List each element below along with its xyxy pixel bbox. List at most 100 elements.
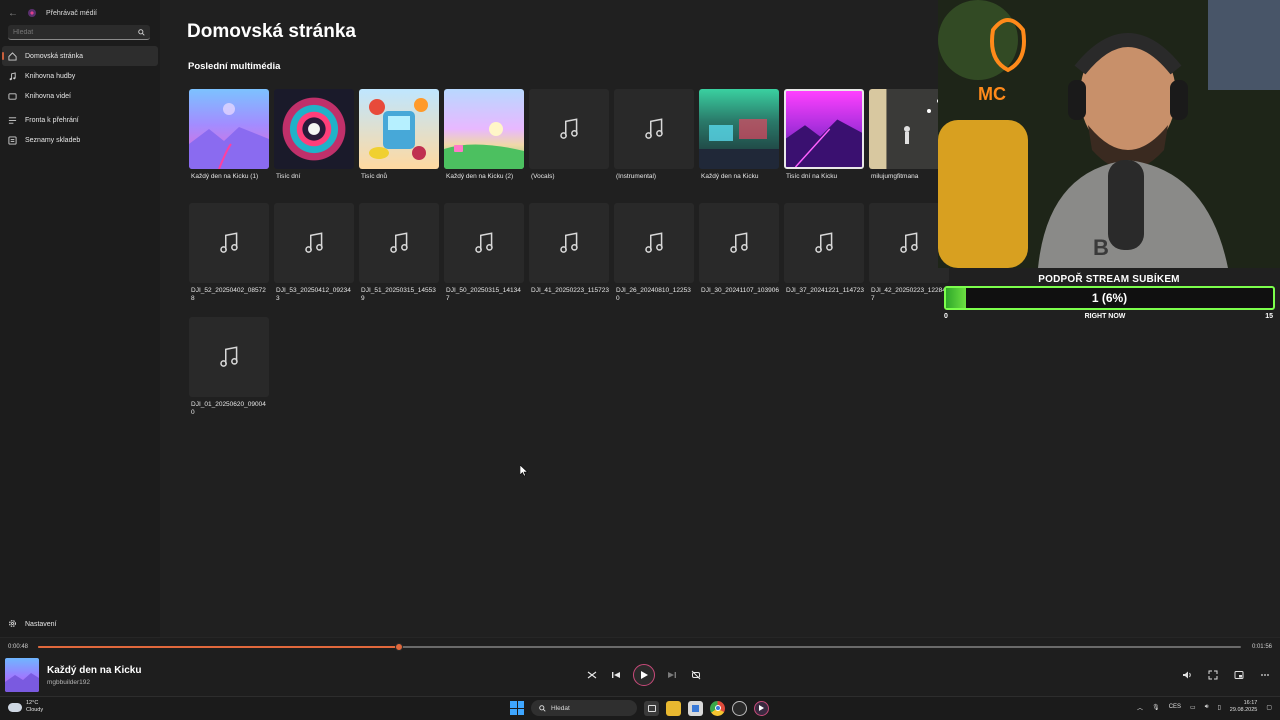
tile-label: DJI_26_20240810_122530 — [616, 287, 691, 302]
sidebar-item-video-library[interactable]: Knihovna videí — [0, 86, 160, 106]
speaker-icon[interactable]: 🔊︎ — [1205, 704, 1209, 711]
media-tile[interactable]: Tisíc dní na Kicku — [784, 89, 864, 181]
media-tile[interactable]: (Instrumental) — [614, 89, 694, 181]
webcam-feed: MC B — [938, 0, 1280, 268]
now-playing-artist[interactable]: mgbbuilder192 — [47, 679, 90, 686]
task-view-icon[interactable] — [644, 700, 659, 716]
search-input[interactable] — [13, 28, 113, 36]
chrome-icon[interactable] — [710, 700, 725, 716]
sidebar-item-music-library[interactable]: Knihovna hudby — [0, 66, 160, 86]
play-button[interactable] — [633, 664, 655, 686]
previous-icon — [612, 672, 620, 678]
taskbar-search[interactable]: Hledat — [531, 700, 637, 716]
nav-list: Domovská stránka Knihovna hudby Knihovna… — [0, 46, 160, 150]
media-tile[interactable]: DJI_41_20250223_115723 — [529, 203, 609, 295]
media-tile[interactable]: DJI_37_20241221_114723 — [784, 203, 864, 295]
tile-label: DJI_51_20250315_145539 — [361, 287, 436, 302]
sidebar-item-settings[interactable]: Nastavení — [8, 619, 57, 630]
language-indicator[interactable]: CES — [1169, 704, 1181, 710]
mini-player-button[interactable] — [1232, 668, 1246, 682]
obs-icon[interactable] — [732, 700, 747, 716]
volume-button[interactable] — [1180, 668, 1194, 682]
queue-icon — [8, 116, 17, 125]
media-thumbnail — [189, 317, 269, 397]
media-tile[interactable]: DJI_53_20250412_092343 — [274, 203, 354, 303]
sidebar-item-queue[interactable]: Fronta k přehrání — [0, 110, 160, 130]
repeat-button[interactable] — [689, 668, 703, 682]
sidebar-item-label: Seznamy skladeb — [25, 136, 81, 144]
media-tile[interactable]: DJI_50_20250315_141347 — [444, 203, 524, 303]
playlist-icon — [8, 135, 17, 145]
media-tile[interactable]: DJI_42_20250223_122847 — [869, 203, 949, 303]
tile-label: Každý den na Kicku (1) — [191, 173, 259, 180]
media-tile[interactable]: DJI_01_20250620_090040 — [189, 317, 269, 417]
sub-goal-overlay: PODPOŘ STREAM SUBÍKEM 1 (6%) 0 RIGHT NOW… — [938, 268, 1280, 328]
fullscreen-button[interactable] — [1206, 668, 1220, 682]
home-icon — [8, 51, 17, 61]
chevron-up-icon[interactable]: ︿ — [1137, 703, 1143, 712]
search-box[interactable] — [8, 25, 150, 40]
media-thumbnail — [529, 203, 609, 283]
tile-label: Tisíc dní na Kicku — [786, 173, 838, 180]
tile-label: DJI_52_20250402_085728 — [191, 287, 266, 302]
seek-bar-thumb[interactable] — [394, 643, 403, 651]
sidebar-item-label: Fronta k přehrání — [25, 116, 79, 124]
network-icon[interactable]: ▭ — [1190, 704, 1196, 711]
media-tile[interactable]: Každý den na Kicku (1) — [189, 89, 269, 181]
media-tile[interactable]: milujumgfitmana — [869, 89, 949, 181]
now-playing-title[interactable]: Každý den na Kicku — [47, 665, 141, 676]
weather-condition: Cloudy — [26, 707, 44, 713]
media-thumbnail — [699, 89, 779, 169]
tile-label: Každý den na Kicku — [701, 173, 759, 180]
more-options-button[interactable] — [1258, 668, 1272, 682]
gear-icon — [8, 619, 17, 630]
settings-label: Nastavení — [25, 621, 57, 628]
media-tile[interactable]: DJI_52_20250402_085728 — [189, 203, 269, 303]
media-tile[interactable]: DJI_26_20240810_122530 — [614, 203, 694, 303]
media-tile[interactable]: Tisíc dnů — [359, 89, 439, 181]
weather-widget[interactable]: 12°C Cloudy — [8, 700, 43, 714]
media-thumbnail — [359, 203, 439, 283]
tile-label: DJI_53_20250412_092343 — [276, 287, 351, 302]
search-icon[interactable] — [138, 28, 145, 36]
tile-label: (Instrumental) — [616, 173, 657, 180]
windows-start-icon[interactable] — [510, 701, 524, 715]
store-icon[interactable] — [688, 700, 703, 716]
sidebar-item-playlists[interactable]: Seznamy skladeb — [0, 130, 160, 150]
tile-label: Každý den na Kicku (2) — [446, 173, 514, 180]
previous-button[interactable] — [609, 668, 623, 682]
taskbar-search-label: Hledat — [551, 704, 570, 712]
next-button[interactable] — [665, 668, 679, 682]
back-arrow-icon[interactable]: ← — [8, 8, 18, 19]
seek-bar[interactable] — [38, 643, 1241, 651]
music-note-icon — [475, 232, 493, 253]
media-tile[interactable]: Každý den na Kicku (2) — [444, 89, 524, 181]
volume-icon — [1183, 671, 1191, 679]
media-player-icon[interactable] — [754, 700, 769, 716]
media-tile[interactable]: Tisíc dní — [274, 89, 354, 181]
playback-controls — [585, 664, 703, 686]
sidebar: ← Přehrávač médií Domovská stránka Kniho… — [0, 0, 160, 637]
music-note-icon — [900, 232, 918, 253]
overlay-title: PODPOŘ STREAM SUBÍKEM — [1038, 274, 1180, 285]
music-note-icon — [645, 232, 663, 253]
sidebar-item-home[interactable]: Domovská stránka — [2, 46, 158, 66]
music-note-icon — [220, 346, 238, 367]
music-library-icon — [8, 71, 17, 81]
notification-icon[interactable]: ▢ — [1266, 704, 1272, 711]
media-tile[interactable]: DJI_51_20250315_145539 — [359, 203, 439, 303]
now-playing-artwork[interactable] — [5, 658, 39, 692]
microphone-icon[interactable]: 🎙︎ — [1152, 704, 1160, 711]
media-tile[interactable]: (Vocals) — [529, 89, 609, 181]
file-explorer-icon[interactable] — [666, 700, 681, 716]
section-title: Poslední multimédia — [188, 61, 281, 72]
clock[interactable]: 16:17 29.08.2025 — [1230, 700, 1258, 714]
media-tile[interactable]: Každý den na Kicku — [699, 89, 779, 181]
title-bar: ← Přehrávač médií — [8, 6, 97, 20]
search-icon — [539, 704, 546, 712]
media-tile[interactable]: DJI_30_20241107_103906 — [699, 203, 779, 295]
sidebar-item-label: Domovská stránka — [25, 52, 83, 60]
page-title: Domovská stránka — [187, 21, 356, 42]
battery-icon[interactable]: ▯ — [1217, 704, 1220, 711]
shuffle-button[interactable] — [585, 668, 599, 682]
